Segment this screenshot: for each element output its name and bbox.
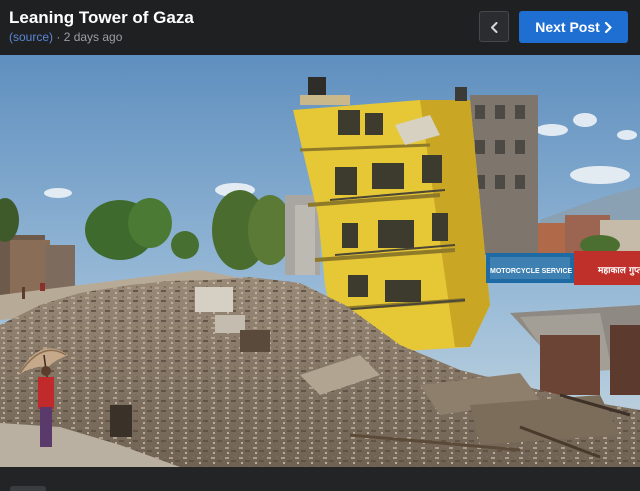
sign-right-text: महाकाल गुप्ता: [597, 266, 640, 276]
post-footer: [0, 467, 640, 491]
post-time: 2 days ago: [63, 30, 123, 44]
sign-left-text: MOTORCYCLE SERVICE: [490, 268, 573, 275]
collapsed-building-photo: MOTORCYCLE SERVICE महाकाल गुप्ता: [0, 55, 640, 467]
next-post-button[interactable]: Next Post: [519, 11, 628, 43]
source-link[interactable]: (source): [9, 30, 53, 44]
footer-tab[interactable]: [10, 486, 46, 491]
chevron-right-icon: [604, 22, 612, 33]
post-title: Leaning Tower of Gaza: [9, 8, 194, 27]
meta-separator: ·: [53, 30, 64, 44]
next-post-label: Next Post: [535, 19, 600, 35]
post-meta: (source) · 2 days ago: [9, 30, 122, 44]
post-header: Leaning Tower of Gaza (source) · 2 days …: [0, 0, 640, 55]
previous-post-button[interactable]: [479, 11, 509, 42]
post-photo: MOTORCYCLE SERVICE महाकाल गुप्ता: [0, 55, 640, 467]
app-window: Leaning Tower of Gaza (source) · 2 days …: [0, 0, 640, 491]
chevron-left-icon: [491, 22, 498, 33]
